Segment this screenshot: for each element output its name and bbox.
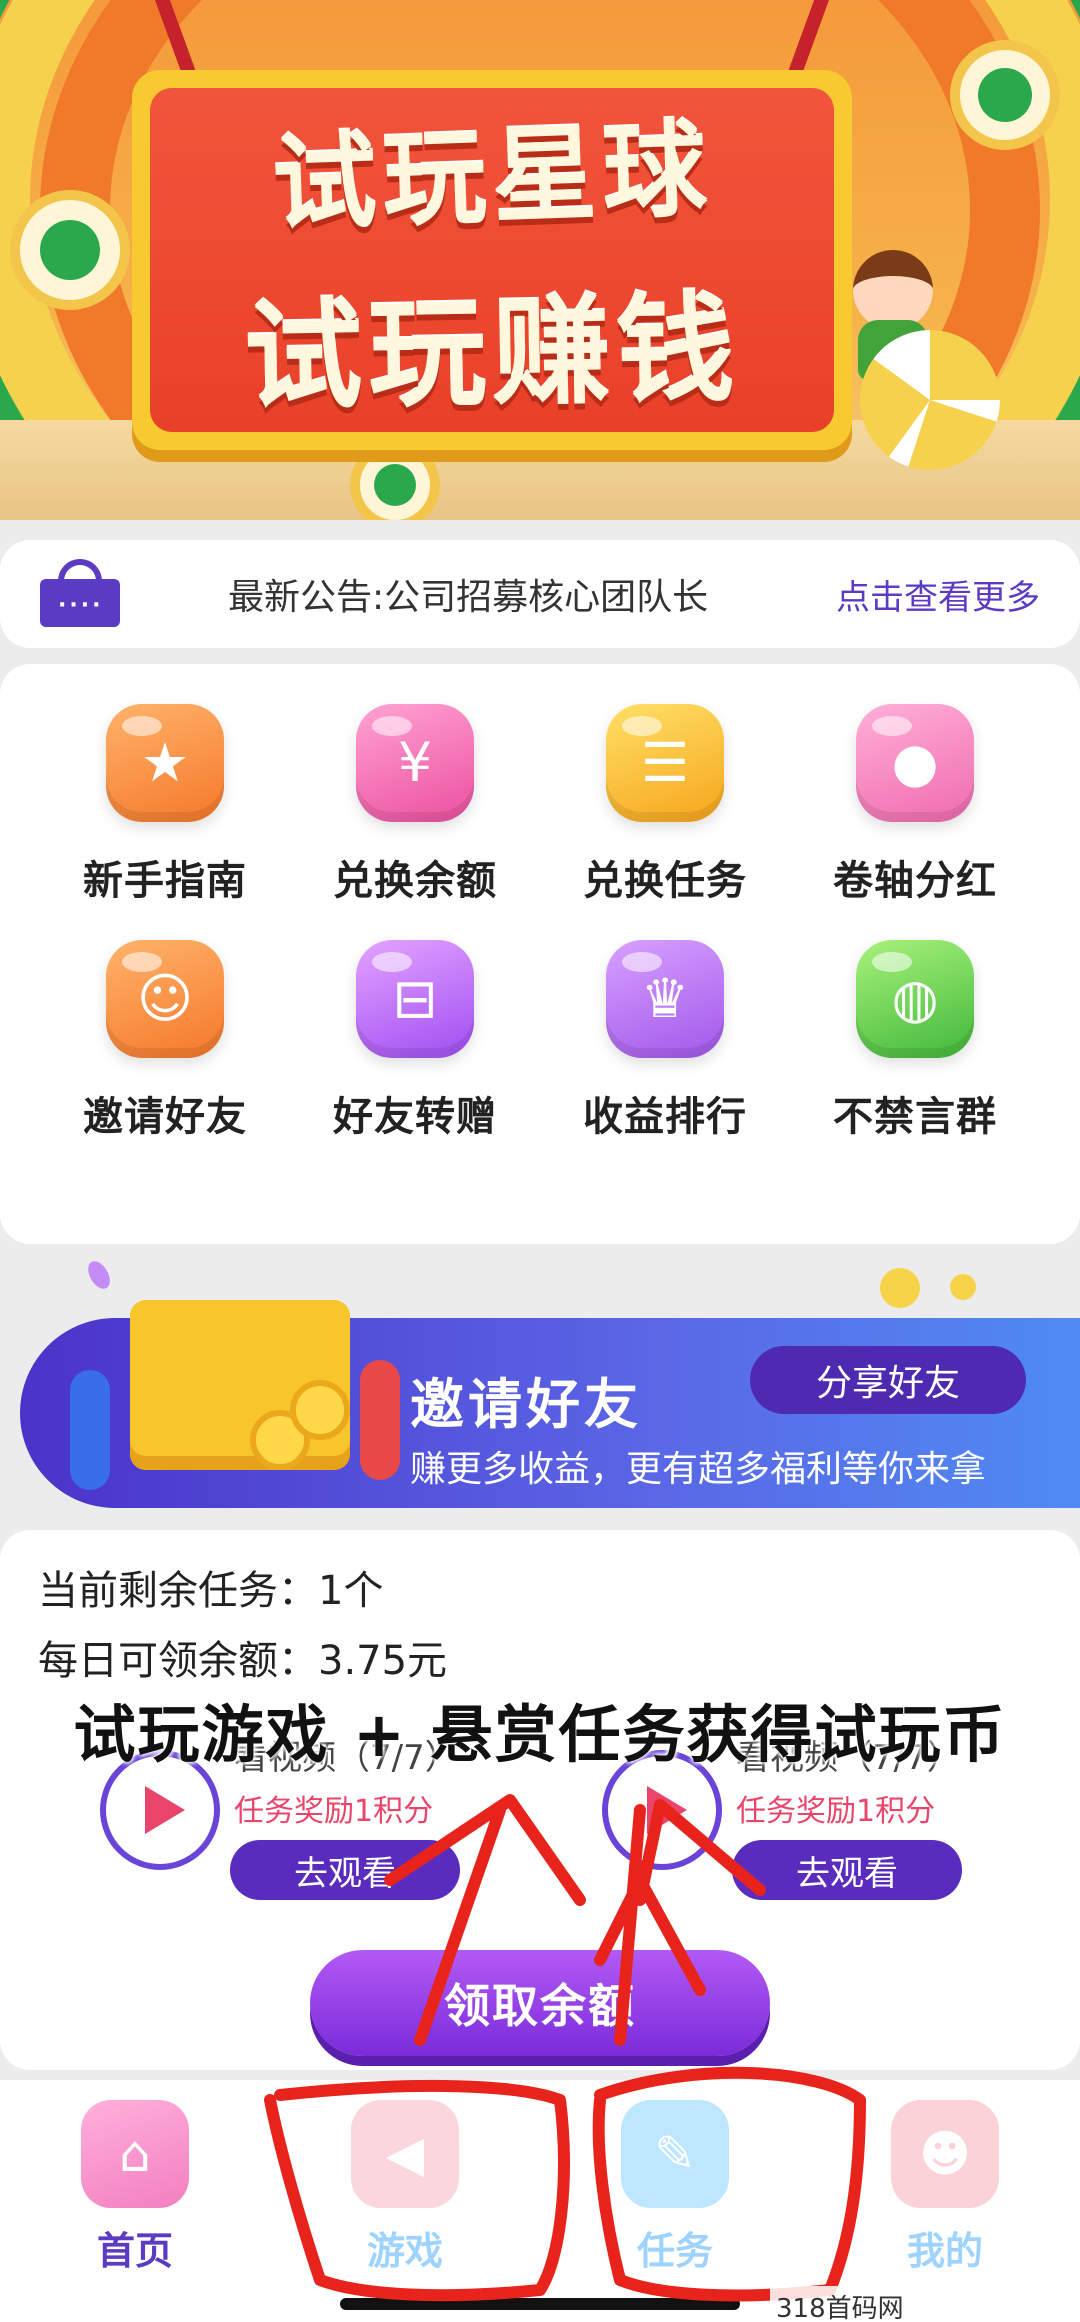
menu-item-transfer[interactable]: ⊟ 好友转赠 [290,940,540,1142]
menu-item-invite[interactable]: ☺ 邀请好友 [40,940,290,1142]
video-task-reward: 任务奖励1积分 [234,1794,434,1829]
game-video-icon: ◀ [351,2100,459,2208]
tab-label: 任务 [636,2229,713,2273]
menu-item-exchange-task[interactable]: ☰ 兑换任务 [540,704,790,906]
invite-title: 邀请好友 [410,1373,642,1436]
users-icon: ☺ [106,940,224,1058]
task-card: 当前剩余任务：1个 每日可领余额：3.75元 看视频（7/7） 任务奖励1积分 … [0,1530,1080,2070]
mailbox-icon: ···· [40,559,120,629]
clock-coin-icon [350,440,440,520]
clock-coin-icon [950,40,1060,150]
tab-game[interactable]: ◀ 游戏 [320,2100,490,2275]
shop-icon: ☰ [606,704,724,822]
confetti-icon [83,1257,115,1293]
remaining-tasks-text: 当前剩余任务：1个 [38,1568,384,1614]
tab-mine[interactable]: ☻ 我的 [860,2100,1030,2275]
user-icon: ☻ [891,2100,999,2208]
guide-bookmark-icon: ★ [106,704,224,822]
menu-item-ranking[interactable]: ♛ 收益排行 [540,940,790,1142]
menu-item-label: 新手指南 [83,858,247,904]
tab-task[interactable]: ✎ 任务 [590,2100,760,2275]
gold-coin-icon [950,1274,976,1300]
watermark: 318首码网 www.E318.com [770,2286,1080,2322]
cart-icon: ⊟ [356,940,474,1058]
tab-label: 游戏 [366,2229,443,2273]
invite-banner[interactable]: 邀请好友 赚更多收益，更有超多福利等你来拿 分享好友 [0,1257,1080,1510]
trophy-icon: ♛ [606,940,724,1058]
yuan-coin-icon: ¥ [356,704,474,822]
gold-coin-icon [880,1268,920,1308]
video-task-reward: 任务奖励1积分 [736,1794,936,1829]
person-figure-icon [360,1360,400,1480]
menu-item-guide[interactable]: ★ 新手指南 [40,704,290,906]
notice-bar[interactable]: ···· 最新公告:公司招募核心团队长 点击查看更多 [0,540,1080,648]
invite-subtitle: 赚更多收益，更有超多福利等你来拿 [410,1449,987,1490]
daily-balance-text: 每日可领余额：3.75元 [38,1638,448,1684]
menu-item-exchange-balance[interactable]: ¥ 兑换余额 [290,704,540,906]
planet-icon: ◍ [856,940,974,1058]
overlay-caption: 试玩游戏 + 悬赏任务获得试玩币 [73,1698,1007,1771]
menu-item-group[interactable]: ◍ 不禁言群 [790,940,1040,1142]
menu-item-label: 收益排行 [583,1094,747,1140]
menu-item-label: 好友转赠 [333,1094,497,1140]
home-icon: ⌂ [81,2100,189,2208]
banner-title-line2: 试玩赚钱 [243,279,742,427]
home-indicator[interactable] [340,2298,740,2310]
propeller-icon [860,330,1000,470]
tab-home[interactable]: ⌂ 首页 [50,2100,220,2275]
menu-item-scroll-dividend[interactable]: ● 卷轴分红 [790,704,1040,906]
tab-label: 首页 [96,2229,173,2273]
tab-label: 我的 [906,2229,983,2273]
menu-item-label: 邀请好友 [83,1094,247,1140]
menu-item-label: 兑换余额 [333,858,497,904]
watch-button[interactable]: 去观看 [732,1840,962,1900]
notice-text: 最新公告:公司招募核心团队长 [228,577,709,618]
feature-menu-card: ★ 新手指南 ¥ 兑换余额 ☰ 兑换任务 ● 卷轴分红 ☺ 邀请好友 ⊟ 好友转… [0,664,1080,1244]
banner-board: 试玩星球 试玩赚钱 [132,70,852,450]
notice-more-link[interactable]: 点击查看更多 [836,570,1040,619]
person-figure-icon [70,1370,110,1490]
coin-pile-icon [290,1380,350,1440]
share-friends-button[interactable]: 分享好友 [750,1346,1026,1414]
menu-item-label: 兑换任务 [583,858,747,904]
clock-coin-icon [10,190,130,310]
claim-balance-button[interactable]: 领取余额 [310,1950,770,2056]
menu-item-label: 卷轴分红 [833,858,997,904]
piggy-bank-icon: ● [856,704,974,822]
hero-banner[interactable]: 试玩星球 试玩赚钱 [0,0,1080,520]
banner-title-line1: 试玩星球 [270,108,715,246]
pen-edit-icon: ✎ [621,2100,729,2208]
menu-item-label: 不禁言群 [833,1094,997,1140]
watch-button[interactable]: 去观看 [230,1840,460,1900]
